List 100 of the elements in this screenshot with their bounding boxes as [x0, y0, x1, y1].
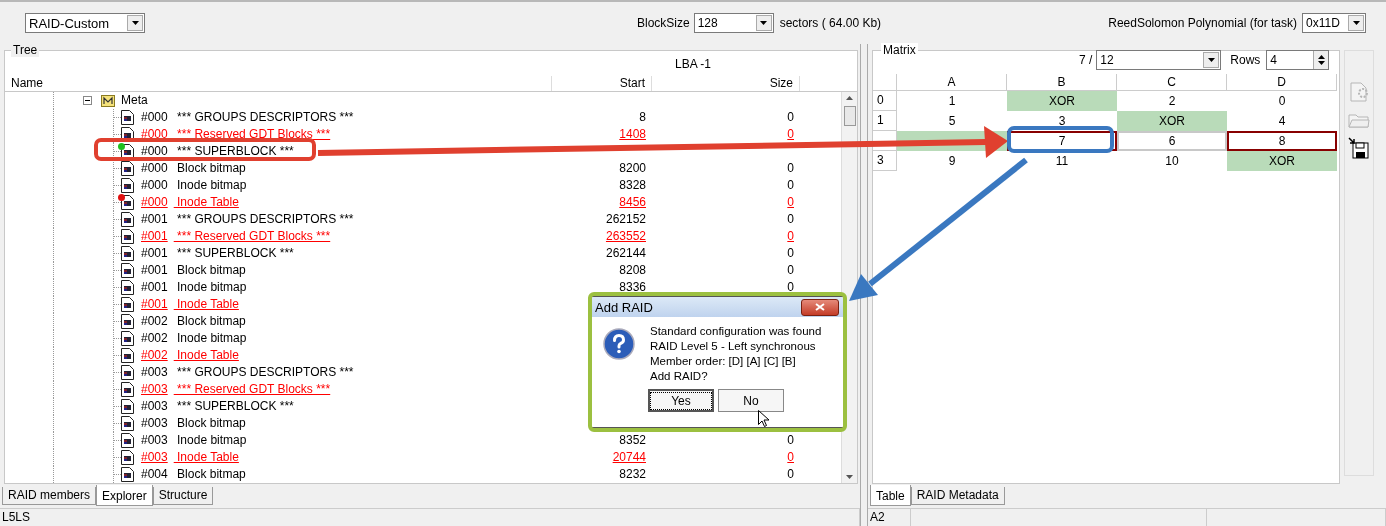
tree-item-label[interactable]: #002 Block bitmap — [141, 314, 246, 329]
matrix-cell[interactable]: 5 — [897, 111, 1007, 131]
scroll-down-icon[interactable] — [846, 475, 853, 479]
size-value: 0 — [787, 161, 794, 175]
tree-item-label[interactable]: #001 *** Reserved GDT Blocks *** — [141, 229, 331, 244]
spinner-arrows-icon — [1313, 51, 1329, 69]
matrix-cell[interactable]: 4 — [1227, 111, 1337, 131]
row-header: 0 — [873, 91, 897, 111]
row-header: 1 — [873, 111, 897, 131]
tab[interactable]: Table — [870, 485, 911, 506]
matrix-cell[interactable]: 1 — [897, 91, 1007, 111]
matrix-cell[interactable]: XOR — [1227, 151, 1337, 171]
dialog-message: Member order: [D] [A] [C] [B] — [650, 354, 797, 369]
dialog-button[interactable]: No — [718, 389, 784, 412]
polynomial-dropdown[interactable]: 0x11D — [1302, 13, 1366, 33]
file-icon — [121, 212, 134, 227]
dialog-button[interactable]: Yes — [648, 389, 714, 412]
tree-item-label[interactable]: #000 *** Reserved GDT Blocks *** — [141, 127, 331, 142]
start-value: 8456 — [619, 195, 646, 209]
tree-item-label[interactable]: #003 *** SUPERBLOCK *** — [141, 399, 294, 414]
matrix-cell[interactable]: XOR — [1117, 111, 1227, 131]
rows-spinner[interactable]: 4 — [1266, 50, 1330, 70]
column-header[interactable]: Size — [652, 76, 800, 91]
tree-item-label[interactable]: #003 Block bitmap — [141, 416, 246, 431]
size-value: 0 — [787, 450, 794, 464]
save-icon[interactable] — [1348, 137, 1370, 159]
start-value: 20744 — [612, 450, 646, 464]
tree-item-label[interactable]: #001 Inode Table — [141, 297, 239, 312]
tree-item-label[interactable]: #003 *** GROUPS DESCRIPTORS *** — [141, 365, 354, 380]
tree-item-label[interactable]: #000 *** GROUPS DESCRIPTORS *** — [141, 110, 354, 125]
tab[interactable]: RAID members — [2, 487, 96, 505]
column-header: D — [1227, 74, 1337, 91]
size-value: 0 — [787, 280, 794, 294]
matrix-cell[interactable]: 9 — [897, 151, 1007, 171]
blocksize-dropdown[interactable]: 128 — [693, 13, 774, 33]
tree-item-label[interactable]: #003 Inode Table — [141, 450, 239, 465]
tree-item-label[interactable]: #001 *** SUPERBLOCK *** — [141, 246, 294, 261]
tree-item-label[interactable]: #000 Inode bitmap — [141, 178, 247, 193]
size-value: 0 — [787, 467, 794, 481]
start-value: 8336 — [619, 280, 646, 294]
tree-item-label[interactable]: #002 Inode Table — [141, 348, 239, 363]
tree-item-label[interactable]: #000 Inode Table — [141, 195, 239, 210]
file-icon — [121, 280, 134, 295]
tab[interactable]: RAID Metadata — [910, 487, 1005, 505]
column-header[interactable]: Name — [5, 76, 552, 91]
size-value: 0 — [787, 246, 794, 260]
tab[interactable]: Explorer — [96, 485, 153, 506]
close-icon[interactable] — [801, 298, 839, 316]
lba-label: LBA -1 — [675, 57, 712, 71]
file-icon — [121, 348, 134, 363]
column-header[interactable]: Start — [552, 76, 652, 91]
matrix-cell[interactable]: 8 — [1227, 131, 1337, 151]
file-icon — [121, 110, 134, 125]
size-value: 0 — [787, 212, 794, 226]
matrix-cell[interactable]: 0 — [1227, 91, 1337, 111]
file-icon — [121, 382, 134, 397]
scroll-thumb[interactable] — [843, 106, 856, 126]
collapse-toggle-icon[interactable] — [83, 96, 92, 105]
size-value: 0 — [787, 263, 794, 277]
tree-item-label[interactable]: #002 Inode bitmap — [141, 331, 247, 346]
start-value: 8352 — [619, 433, 646, 447]
file-icon — [121, 297, 134, 312]
size-value: 0 — [787, 229, 794, 243]
matrix-cell[interactable]: XOR — [1007, 91, 1117, 111]
file-icon — [121, 263, 134, 278]
question-icon — [603, 328, 635, 360]
tree-item-label[interactable]: #001 Inode bitmap — [141, 280, 247, 295]
start-value: 263552 — [605, 229, 646, 243]
tree-item-label[interactable]: #000 Block bitmap — [141, 161, 246, 176]
tree-item-label[interactable]: #000 *** SUPERBLOCK *** — [141, 144, 294, 159]
preset-dropdown[interactable]: RAID-Custom — [25, 13, 145, 33]
splitter[interactable] — [860, 44, 868, 526]
tab[interactable]: Structure — [152, 487, 214, 505]
column-header: C — [1117, 74, 1227, 91]
matrix-cell[interactable]: 3 — [1007, 111, 1117, 131]
matrix-cell[interactable]: 7 — [1007, 131, 1117, 151]
matrix-cell[interactable]: 6 — [1117, 131, 1227, 151]
count-dropdown[interactable]: 12 — [1096, 50, 1222, 70]
file-icon — [121, 365, 134, 380]
tree-item-label[interactable]: #004 Block bitmap — [141, 467, 246, 482]
file-icon — [121, 178, 134, 193]
matrix-cell[interactable]: 2 — [1117, 91, 1227, 111]
scroll-up-icon[interactable] — [846, 96, 853, 100]
tree-item-label[interactable]: #001 *** GROUPS DESCRIPTORS *** — [141, 212, 354, 227]
start-value: 8 — [639, 110, 646, 124]
tree-item-label[interactable]: #003 Inode bitmap — [141, 433, 247, 448]
tree-item-label[interactable]: #001 Block bitmap — [141, 263, 246, 278]
file-icon — [121, 399, 134, 414]
dialog-title: Add RAID — [595, 299, 653, 315]
matrix-cell[interactable]: 10 — [1117, 151, 1227, 171]
polynomial-label: ReedSolomon Polynomial (for task) — [1108, 16, 1297, 30]
status-text: A2 — [868, 509, 911, 526]
matrix-cell[interactable]: 11 — [1007, 151, 1117, 171]
start-value: 1408 — [619, 127, 646, 141]
group-title: Tree — [11, 43, 40, 57]
size-value: 0 — [787, 433, 794, 447]
tree-node-label[interactable]: Meta — [121, 93, 148, 108]
file-icon — [121, 416, 134, 431]
group-title: Matrix — [881, 43, 918, 57]
tree-item-label[interactable]: #003 *** Reserved GDT Blocks *** — [141, 382, 331, 397]
